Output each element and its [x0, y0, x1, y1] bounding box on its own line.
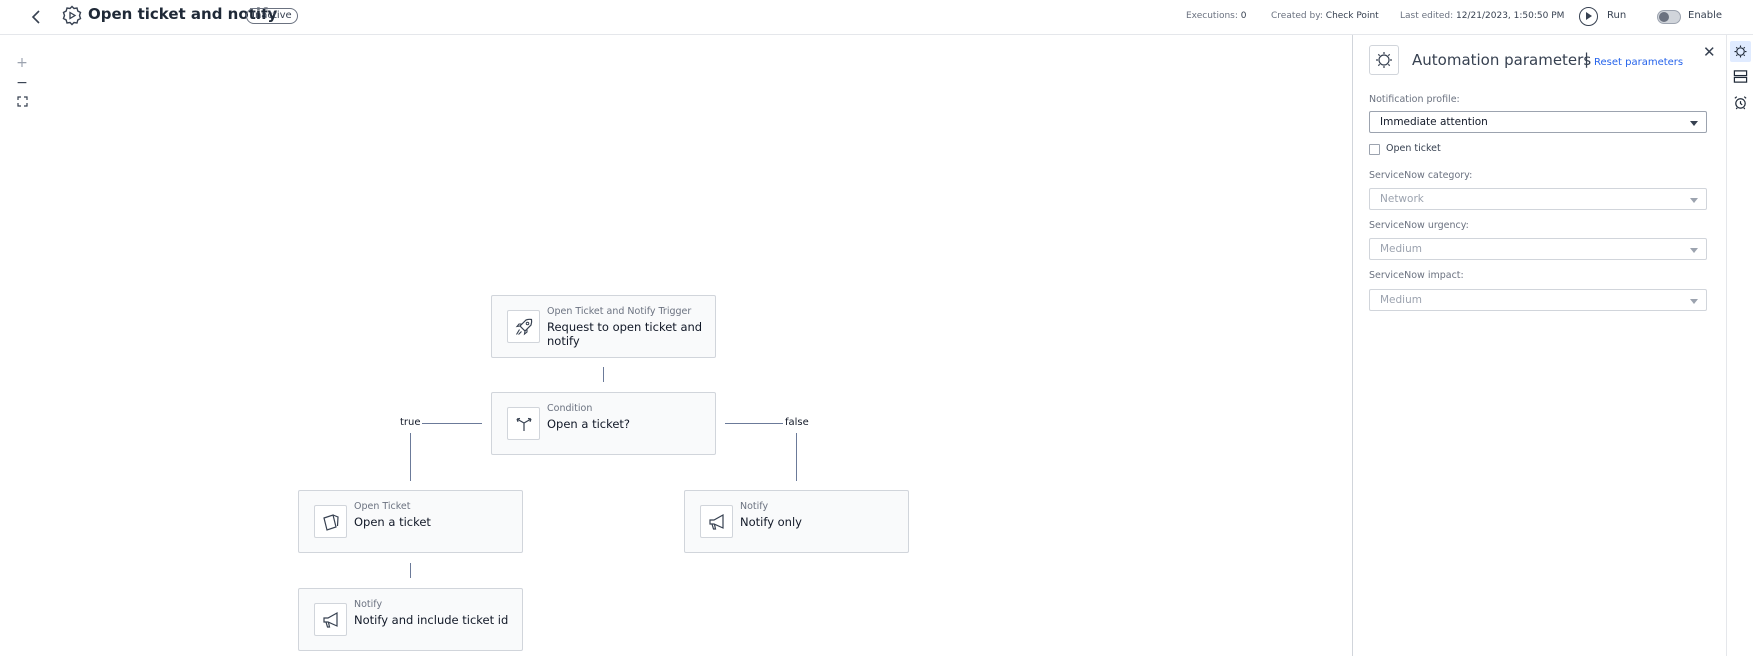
open-ticket-node-type: Open Ticket: [354, 501, 411, 512]
bulb-gear-icon: [1734, 45, 1747, 58]
open-ticket-checkbox[interactable]: [1369, 144, 1380, 155]
impact-select[interactable]: Medium: [1369, 289, 1707, 311]
back-button[interactable]: [24, 5, 48, 29]
chevron-down-icon: [1690, 121, 1698, 126]
notify-only-node-label: Notify only: [740, 515, 802, 529]
status-badge: Inactive: [246, 8, 298, 24]
connector-line: [422, 423, 482, 424]
notify-only-icon-box: [700, 505, 733, 538]
open-ticket-icon-box: [314, 505, 347, 538]
connector-line: [725, 423, 783, 424]
run-button[interactable]: Run: [1607, 10, 1626, 21]
connector-line: [603, 367, 604, 382]
created-label: Created by:: [1271, 11, 1323, 21]
notify-ticket-node-type: Notify: [354, 599, 383, 610]
alarm-rail-button[interactable]: [1730, 92, 1751, 113]
chevron-down-icon: [1690, 198, 1698, 203]
false-branch-label: false: [785, 417, 809, 428]
urgency-select[interactable]: Medium: [1369, 238, 1707, 260]
workflow-canvas[interactable]: Open Ticket and Notify Trigger Request t…: [0, 35, 1352, 656]
layers-icon: [1733, 70, 1748, 83]
true-branch-label: true: [400, 417, 421, 428]
executions-info: Executions: 0: [1186, 11, 1247, 21]
notification-profile-select[interactable]: Immediate attention: [1369, 111, 1707, 133]
megaphone-icon: [322, 611, 338, 628]
parameters-rail-button[interactable]: [1730, 41, 1751, 62]
notification-profile-value: Immediate attention: [1380, 116, 1488, 128]
megaphone-icon: [708, 513, 724, 530]
executions-value: 0: [1240, 11, 1247, 21]
chevron-down-icon: [1690, 248, 1698, 253]
gear-play-icon: [62, 5, 82, 26]
chevron-left-icon: [31, 10, 40, 24]
trigger-node-type: Open Ticket and Notify Trigger: [547, 306, 692, 317]
open-ticket-node-label: Open a ticket: [354, 515, 431, 529]
enable-label: Enable: [1688, 10, 1723, 21]
trigger-node[interactable]: Open Ticket and Notify Trigger Request t…: [491, 295, 716, 358]
connector-line: [410, 433, 411, 481]
ticket-icon: [322, 513, 339, 531]
run-icon[interactable]: [1579, 7, 1598, 26]
impact-label: ServiceNow impact:: [1369, 270, 1464, 281]
bulb-gear-icon: [1376, 52, 1392, 68]
urgency-value: Medium: [1380, 243, 1422, 255]
panel-icon-box: [1369, 45, 1399, 75]
condition-icon-box: [507, 407, 540, 440]
reset-parameters-link[interactable]: Reset parameters: [1594, 57, 1683, 68]
chevron-down-icon: [1690, 299, 1698, 304]
condition-node[interactable]: Condition Open a ticket?: [491, 392, 716, 455]
notify-only-node-type: Notify: [740, 501, 769, 512]
created-value: Check Point: [1325, 11, 1379, 21]
category-value: Network: [1380, 193, 1424, 205]
condition-node-label: Open a ticket?: [547, 417, 631, 431]
notify-ticket-icon-box: [314, 603, 347, 636]
open-ticket-node[interactable]: Open Ticket Open a ticket: [298, 490, 523, 553]
impact-value: Medium: [1380, 294, 1422, 306]
category-label: ServiceNow category:: [1369, 170, 1473, 181]
header-bar: Open ticket and notify Inactive Executio…: [0, 0, 1753, 35]
notify-only-node[interactable]: Notify Notify only: [684, 490, 909, 553]
last-edited-info: Last edited: 12/21/2023, 1:50:50 PM: [1400, 11, 1564, 21]
trigger-icon-box: [507, 310, 540, 343]
notification-profile-label: Notification profile:: [1369, 94, 1460, 105]
automation-parameters-panel: Automation parameters | Reset parameters…: [1352, 35, 1726, 656]
notify-ticket-node[interactable]: Notify Notify and include ticket id: [298, 588, 523, 651]
connector-line: [796, 433, 797, 481]
enable-toggle[interactable]: [1657, 10, 1681, 24]
urgency-label: ServiceNow urgency:: [1369, 220, 1469, 231]
title-separator: |: [1584, 50, 1590, 68]
notify-ticket-node-label: Notify and include ticket id: [354, 613, 509, 627]
panel-title: Automation parameters: [1412, 51, 1592, 69]
last-edited-value: 12/21/2023, 1:50:50 PM: [1456, 11, 1565, 21]
alarm-icon: [1734, 96, 1747, 110]
close-icon[interactable]: ✕: [1703, 43, 1716, 61]
open-ticket-checkbox-label: Open ticket: [1386, 143, 1441, 154]
connector-line: [410, 563, 411, 578]
condition-node-type: Condition: [547, 403, 593, 414]
layout-rail-button[interactable]: [1730, 66, 1751, 87]
executions-label: Executions:: [1186, 11, 1238, 21]
category-select[interactable]: Network: [1369, 188, 1707, 210]
last-edited-label: Last edited:: [1400, 11, 1454, 21]
split-arrows-icon: [515, 417, 532, 431]
right-rail: [1726, 35, 1753, 656]
trigger-node-label: Request to open ticket and notify: [547, 320, 703, 348]
created-info: Created by: Check Point: [1271, 11, 1379, 21]
rocket-icon: [515, 318, 532, 335]
